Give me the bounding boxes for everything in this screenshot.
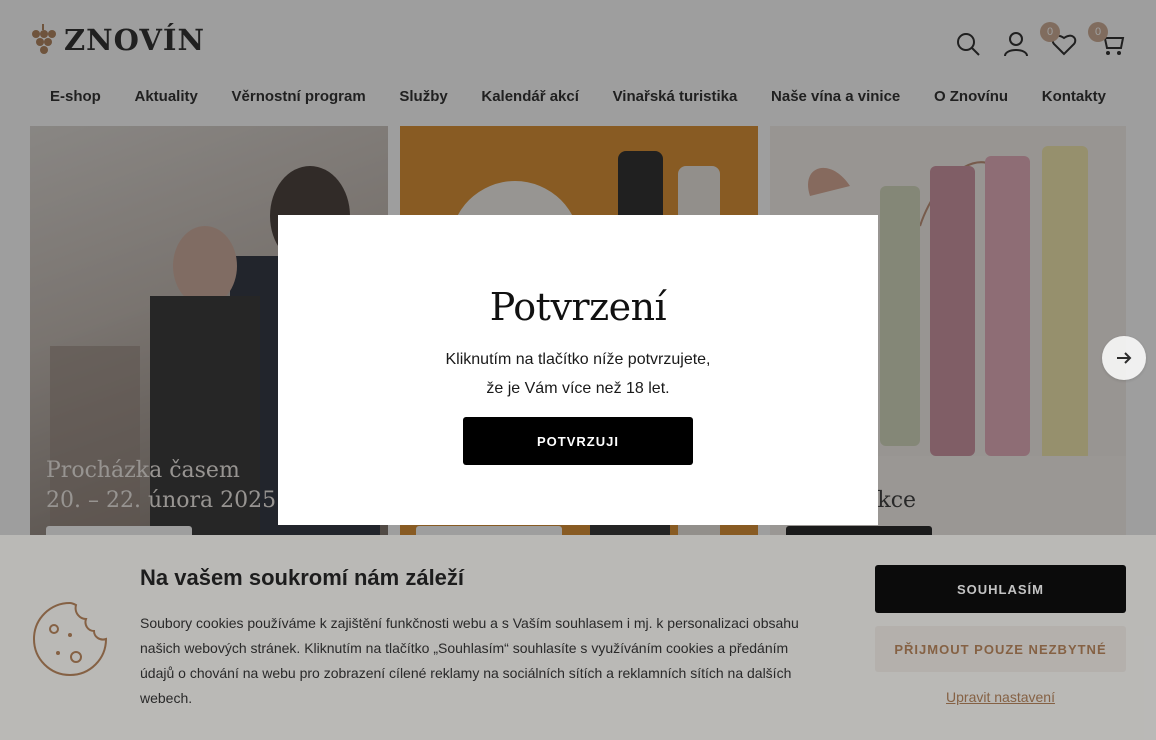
- age-confirmation-modal: Potvrzení Kliknutím na tlačítko níže pot…: [278, 215, 878, 525]
- carousel-next-button[interactable]: [1102, 336, 1146, 380]
- modal-title: Potvrzení: [489, 285, 667, 329]
- modal-text-line2: že je Vám více než 18 let.: [486, 380, 670, 397]
- modal-text-line1: Kliknutím na tlačítko níže potvrzujete,: [445, 351, 711, 368]
- cookie-backdrop: [0, 535, 1156, 740]
- modal-text: Kliknutím na tlačítko níže potvrzujete, …: [278, 345, 878, 403]
- cookie-banner: Na vašem soukromí nám záleží Soubory coo…: [0, 535, 1156, 740]
- arrow-right-icon: [1117, 352, 1132, 364]
- confirm-age-button[interactable]: POTVRZUJI: [463, 417, 693, 465]
